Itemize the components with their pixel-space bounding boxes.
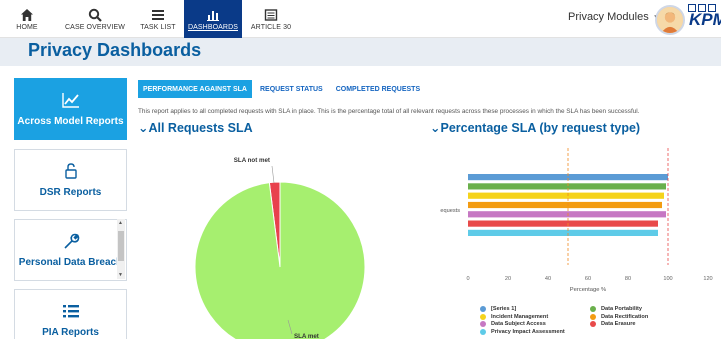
- legend-item[interactable]: Incident Management: [480, 313, 549, 320]
- privacy-modules-label: Privacy Modules: [568, 11, 649, 23]
- sidebar-item-label: Personal Data Breach: [18, 256, 123, 268]
- legend-label: Data Subject Access: [491, 321, 546, 327]
- sidebar-item-across-model-reports[interactable]: Across Model Reports: [14, 78, 127, 140]
- bar-data-portability[interactable]: [468, 183, 666, 190]
- document-icon: [264, 8, 278, 21]
- sidebar-item-dsr-reports[interactable]: DSR Reports: [14, 149, 127, 211]
- bar-data-rectification[interactable]: [468, 201, 662, 209]
- nav-home-label: HOME: [16, 23, 38, 31]
- user-avatar-icon: [657, 7, 683, 33]
- pie-slice-sla-met[interactable]: [194, 181, 366, 339]
- legend-item[interactable]: [Series 1]: [480, 306, 516, 312]
- bar-chart-percentage-sla: Requests 0 20 40 60 80 100 120 Percentage %: [440, 148, 713, 293]
- nav-dashboards[interactable]: DASHBOARDS: [184, 0, 242, 38]
- avatar[interactable]: [655, 5, 685, 35]
- nav-task-list-label: TASK LIST: [140, 23, 176, 31]
- section-all-requests-sla[interactable]: ⌄All Requests SLA: [138, 120, 253, 135]
- tab-request-status[interactable]: REQUEST STATUS: [255, 80, 328, 98]
- legend-swatch: [590, 313, 596, 320]
- x-axis-title: Percentage %: [570, 287, 606, 293]
- bar-chart-icon: [207, 10, 219, 21]
- sidebar-item-label: DSR Reports: [39, 186, 102, 198]
- x-tick-label: 0: [466, 276, 469, 282]
- x-tick-label: 80: [625, 276, 631, 282]
- tab-completed-requests[interactable]: COMPLETED REQUESTS: [331, 80, 425, 98]
- search-icon: [88, 8, 102, 22]
- dashboard-tabs: PERFORMANCE AGAINST SLA REQUEST STATUS C…: [138, 80, 428, 98]
- legend-item[interactable]: Data Portability: [590, 306, 642, 312]
- legend-label: Data Rectification: [601, 313, 649, 320]
- legend-label: Incident Management: [491, 313, 549, 320]
- unlock-icon: [64, 162, 77, 179]
- nav-case-overview-label: CASE OVERVIEW: [65, 23, 125, 31]
- chevron-down-icon: ⌄: [138, 121, 149, 135]
- x-tick-label: 60: [585, 276, 591, 282]
- scrollbar-thumb[interactable]: [118, 231, 124, 261]
- nav-article-30-label: ARTICLE 30: [250, 23, 292, 31]
- task-list-icon: [152, 9, 164, 20]
- x-tick-label: 120: [703, 276, 712, 282]
- y-category-label: Requests: [440, 208, 460, 214]
- nav-article-30[interactable]: ARTICLE 30: [248, 0, 294, 38]
- legend-swatch: [590, 321, 596, 327]
- sidebar-scrollbar[interactable]: ▲ ▼: [117, 219, 125, 279]
- home-icon: [21, 8, 33, 21]
- legend-item[interactable]: Data Subject Access: [480, 321, 546, 327]
- chevron-down-icon: ⌄: [430, 121, 441, 135]
- bar-data-erasure[interactable]: [468, 220, 658, 227]
- pie-label-sla-met: SLA met: [294, 333, 319, 339]
- nav-task-list[interactable]: TASK LIST: [138, 0, 178, 38]
- scroll-down-icon[interactable]: ▼: [118, 272, 123, 278]
- legend-label: [Series 1]: [491, 306, 517, 312]
- sidebar-item-pia-reports[interactable]: PIA Reports: [14, 289, 127, 339]
- bar-privacy-impact-assessment[interactable]: [468, 229, 658, 236]
- sidebar-item-label: PIA Reports: [42, 326, 99, 338]
- legend-item[interactable]: Data Rectification: [590, 313, 649, 320]
- x-tick-label: 40: [545, 276, 551, 282]
- trend-chart-icon: [61, 92, 79, 108]
- pie-chart-all-requests: SLA not met SLA met: [194, 157, 366, 339]
- legend-swatch: [480, 313, 486, 320]
- page-title: Privacy Dashboards: [28, 40, 202, 60]
- privacy-dashboards-page: { "nav": { "home": "HOME", "case_overvie…: [0, 0, 721, 339]
- legend-label: Privacy Impact Assessment: [491, 328, 565, 335]
- top-navigation-bar: HOME CASE OVERVIEW TASK LIST DASHBOARDS …: [0, 0, 721, 38]
- section-title-label: All Requests SLA: [148, 121, 253, 135]
- legend-swatch: [480, 328, 486, 335]
- legend-swatch: [480, 321, 486, 327]
- pie-label-sla-not-met: SLA not met: [234, 157, 270, 164]
- legend-item[interactable]: Data Erasure: [590, 321, 636, 327]
- legend-label: Data Erasure: [601, 321, 636, 327]
- tab-performance-against-sla[interactable]: PERFORMANCE AGAINST SLA: [138, 80, 252, 98]
- pie-label-leader: [271, 165, 275, 184]
- legend-swatch: [480, 306, 486, 312]
- nav-home[interactable]: HOME: [10, 0, 44, 38]
- nav-dashboards-label: DASHBOARDS: [187, 23, 238, 31]
- x-tick-label: 100: [663, 276, 672, 282]
- bar-data-subject-access[interactable]: [468, 211, 666, 218]
- legend-swatch: [590, 306, 596, 312]
- scroll-up-icon[interactable]: ▲: [118, 220, 123, 226]
- brand-logo: KPM: [689, 10, 721, 29]
- list-icon: [62, 304, 79, 317]
- section-title-label: Percentage SLA (by request type): [440, 121, 641, 135]
- sidebar-item-personal-data-breach[interactable]: Personal Data Breach: [14, 219, 127, 281]
- bar-incident-management[interactable]: [468, 192, 664, 199]
- wrench-icon: [63, 233, 79, 249]
- nav-case-overview[interactable]: CASE OVERVIEW: [55, 0, 135, 38]
- section-percentage-sla[interactable]: ⌄Percentage SLA (by request type): [430, 120, 640, 135]
- page-title-bar: Privacy Dashboards: [0, 38, 721, 66]
- privacy-modules-dropdown[interactable]: Privacy Modules ▼: [568, 11, 661, 23]
- report-description: This report applies to all completed req…: [138, 108, 640, 115]
- legend-item[interactable]: Privacy Impact Assessment: [480, 328, 565, 335]
- legend-label: Data Portability: [601, 306, 643, 312]
- sidebar-item-label: Across Model Reports: [17, 115, 124, 127]
- x-tick-label: 20: [505, 276, 511, 282]
